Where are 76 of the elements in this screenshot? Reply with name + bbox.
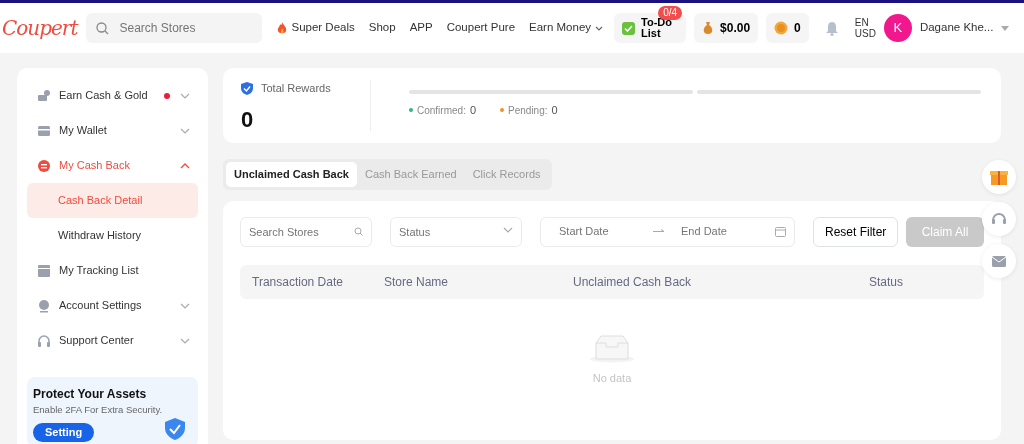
sidebar-item[interactable]: Earn Cash & Gold [27, 78, 198, 113]
nav-link[interactable]: Coupert Pure [439, 19, 523, 37]
promo-text: Enable 2FA For Extra Security. [33, 403, 164, 417]
chevron-icon [180, 302, 190, 309]
rewards-value: 0 [241, 105, 255, 134]
nav-link[interactable]: Shop [361, 19, 403, 37]
coin-icon [774, 21, 789, 35]
sidebar-item[interactable]: My Wallet [27, 113, 198, 148]
sidebar-item[interactable]: Account Settings [27, 288, 198, 323]
pending-label: Pending: [508, 103, 548, 118]
bell-icon[interactable] [824, 20, 839, 36]
pending-dot [500, 108, 505, 113]
tab[interactable]: Unclaimed Cash Back [226, 162, 357, 187]
logo[interactable]: Coupert [2, 14, 81, 42]
flame-icon [277, 21, 288, 35]
nav-link[interactable]: APP [402, 19, 440, 37]
user-icon [37, 298, 51, 313]
search-input[interactable]: Search Stores [117, 18, 258, 38]
arrow-icon [653, 229, 665, 234]
chevron-icon [180, 337, 190, 344]
language-code: EN [854, 17, 870, 28]
setting-button[interactable]: Setting [33, 423, 95, 442]
calendar-icon [775, 226, 786, 237]
headset-button[interactable] [982, 202, 1016, 236]
shield-check-icon [241, 81, 253, 95]
confirmed-label: Confirmed: [417, 103, 466, 118]
pending-value: 0 [551, 103, 558, 118]
search-icon [354, 226, 363, 236]
column-header: Store Name [383, 273, 450, 291]
rewards-title: Total Rewards [261, 81, 331, 96]
submenu-item[interactable]: Withdraw History [27, 218, 198, 253]
empty-message: No data [592, 370, 632, 386]
confirmed-value: 0 [469, 103, 477, 118]
headset-icon [991, 211, 1007, 227]
language-selector[interactable]: EN USD [854, 17, 876, 39]
hand-coins-icon [37, 88, 51, 103]
balance-button[interactable]: $0.00 [694, 13, 759, 43]
sidebar-item[interactable]: My Cash Back [27, 148, 198, 183]
end-date-input[interactable]: End Date [679, 222, 775, 241]
column-header: Unclaimed Cash Back [572, 273, 693, 291]
sidebar-item[interactable]: Support Center [27, 323, 198, 358]
chevron-icon [180, 127, 190, 134]
caret-icon [595, 25, 604, 31]
start-date-input[interactable]: Start Date [557, 222, 653, 241]
chevron-icon [503, 226, 513, 233]
mail-icon [991, 253, 1007, 269]
promo-title: Protect Your Assets [33, 386, 148, 403]
column-header: Status [868, 273, 905, 291]
headset-icon [37, 333, 51, 348]
search-icon [96, 21, 110, 35]
store-search-field[interactable]: Search Stores [240, 216, 372, 247]
column-header: Transaction Date [251, 273, 344, 291]
chevron-icon [180, 92, 190, 99]
list-icon [37, 263, 51, 278]
currency-code: USD [854, 28, 876, 39]
mail-button[interactable] [982, 244, 1016, 278]
chevron-icon [180, 162, 190, 169]
checkbox-icon [622, 21, 636, 35]
sidebar-item[interactable]: My Tracking List [27, 253, 198, 288]
cash-back-icon [37, 158, 51, 173]
avatar[interactable]: K [883, 14, 912, 42]
date-range-field[interactable]: Start Date End Date [540, 216, 795, 247]
nav-link[interactable]: Super Deals [270, 19, 362, 37]
nav-link[interactable]: Earn Money [522, 19, 611, 37]
money-bag-icon [702, 21, 715, 35]
status-dropdown[interactable]: Status [390, 216, 522, 247]
empty-inbox-icon [589, 332, 635, 363]
search-field[interactable]: Search Stores [86, 13, 263, 43]
confirmed-dot [409, 108, 413, 113]
user-name[interactable]: Dagane Khe... [919, 19, 994, 37]
coins-button[interactable]: 0 [766, 13, 809, 43]
wallet-icon [37, 123, 51, 138]
reset-filter-button[interactable]: Reset Filter [813, 216, 899, 247]
caret-icon [1001, 25, 1010, 31]
shield-icon [164, 417, 186, 441]
gift-button[interactable] [982, 160, 1016, 194]
